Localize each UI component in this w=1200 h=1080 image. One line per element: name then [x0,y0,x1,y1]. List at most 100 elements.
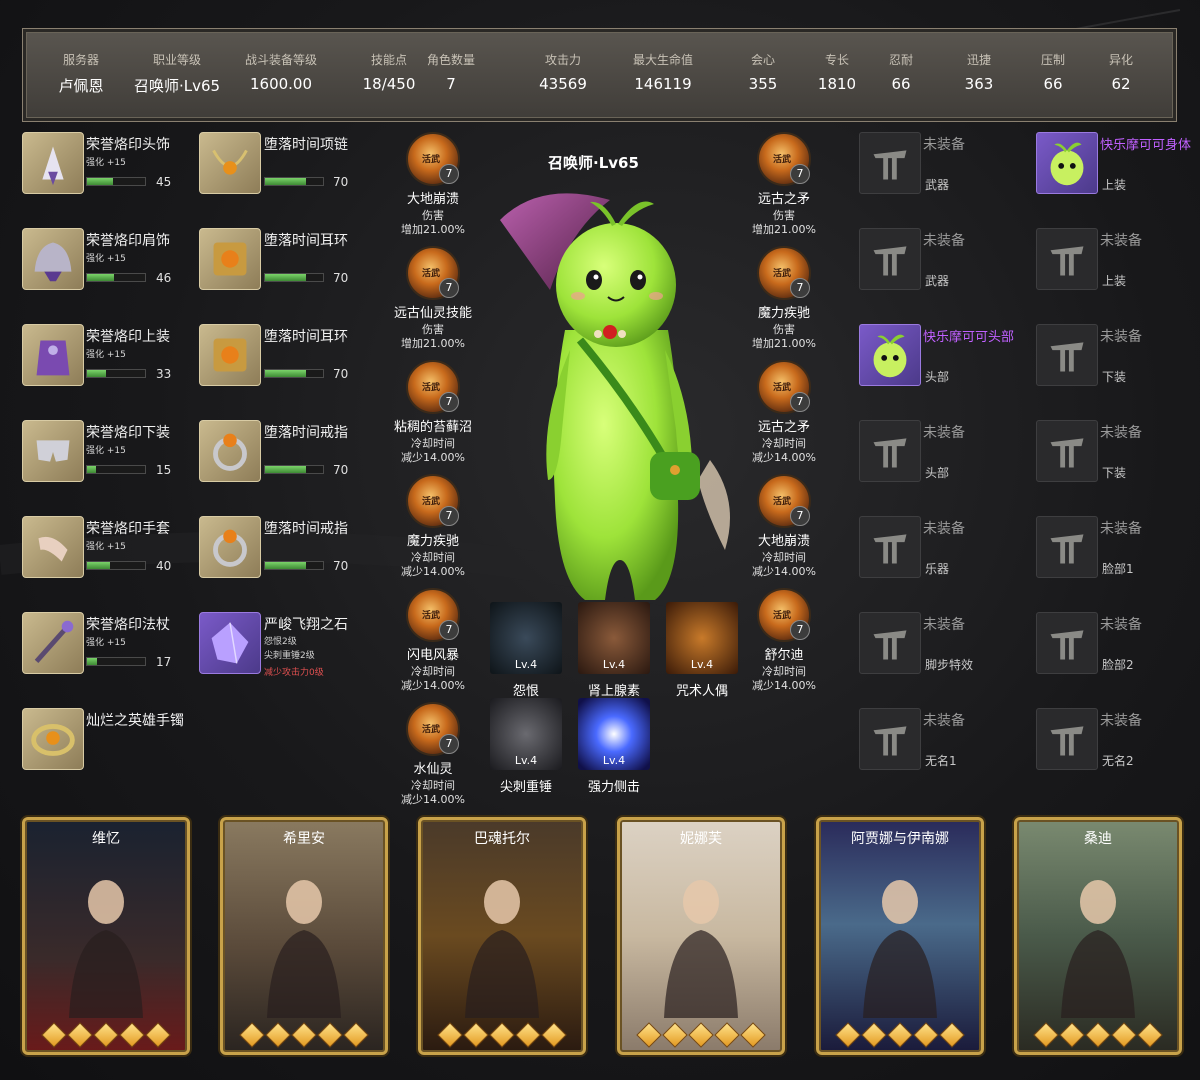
engraving-effect: 减少14.00% [401,565,465,578]
stat-value: 62 [1111,75,1131,93]
card-name: 阿贾娜与伊南娜 [851,831,949,847]
engraving-stat: 冷却时间 [762,437,806,450]
equipment-name: 荣誉烙印手套 [86,521,170,537]
equipment-slot[interactable] [22,708,84,770]
accessory-slot[interactable] [199,516,261,578]
card[interactable]: 阿贾娜与伊南娜 [816,817,984,1055]
avatar-slot-type: 头部 [925,370,950,384]
accessory-slot[interactable] [199,420,261,482]
card[interactable]: 希里安 [220,817,388,1055]
stat-item: 攻击力 43569 [518,29,608,123]
engraving-tag: 活武 [422,611,441,621]
stat-item: 忍耐 66 [856,29,946,123]
awakening-gem-icon [861,1022,887,1048]
avatar-title: 未装备 [923,521,965,537]
stat-item: 战斗装备等级 1600.00 [236,29,326,123]
card[interactable]: 维忆 [22,817,190,1055]
avatar-slot[interactable] [1036,420,1098,482]
card[interactable]: 妮娜芙 [617,817,785,1055]
quality-bar [264,369,324,378]
stat-value: 卢佩恩 [58,77,104,95]
awakening-gem-icon [740,1022,766,1048]
quality-bar [264,177,324,186]
avatar-slot[interactable] [859,708,921,770]
quality-value: 17 [156,655,172,669]
engraving-effect: 增加21.00% [752,337,816,350]
accessory-slot[interactable] [199,228,261,290]
equipment-strength: 强化 +15 [86,350,126,360]
quality-bar [264,273,324,282]
stat-label: 服务器 [62,53,99,67]
avatar-slot[interactable] [1036,228,1098,290]
card-name: 桑迪 [1084,831,1112,847]
avatar-slot[interactable] [859,132,921,194]
avatar-title: 未装备 [1100,521,1142,537]
avatar-slot-type: 上装 [1102,274,1127,288]
card-skill-icon[interactable]: Lv.4 [578,698,650,770]
awakening-gem-icon [1085,1022,1111,1048]
avatar-slot[interactable] [1036,708,1098,770]
engraving-effect: 减少14.00% [401,451,465,464]
equipment-slot[interactable] [22,132,84,194]
avatar-title: 未装备 [1100,233,1142,249]
card-skill-icon[interactable]: Lv.4 [578,602,650,674]
awakening-gem-icon [343,1022,369,1048]
accessory-name: 堕落时间耳环 [264,329,348,345]
quality-value: 70 [333,271,349,285]
stat-label: 战斗装备等级 [244,53,317,67]
awakening-gem-icon [489,1022,515,1048]
engraving-tag: 活武 [422,383,441,393]
equipment-slot[interactable] [22,420,84,482]
stat-item: 最大生命值 146119 [618,29,708,123]
avatar-slot[interactable] [1036,324,1098,386]
avatar-slot[interactable] [859,324,921,386]
card-skill-icon[interactable]: Lv.4 [666,602,738,674]
card-skill-icon[interactable]: Lv.4 [490,602,562,674]
engraving-level: 7 [439,164,459,184]
accessory-slot[interactable] [199,132,261,194]
ability-stone-slot[interactable] [199,612,261,674]
card-skill-name: 怨恨 [512,684,539,699]
engraving-level: 7 [439,506,459,526]
avatar-slot[interactable] [1036,516,1098,578]
engraving-stat: 伤害 [422,209,444,222]
awakening-gem-icon [265,1022,291,1048]
card-skill-icon[interactable]: Lv.4 [490,698,562,770]
avatar-slot[interactable] [859,228,921,290]
avatar-slot[interactable] [1036,612,1098,674]
engraving-name: 粘稠的苔藓沼 [393,420,472,435]
avatar-slot[interactable] [859,516,921,578]
avatar-title: 未装备 [923,425,965,441]
quality-bar [86,657,146,666]
equipment-slot[interactable] [22,324,84,386]
awakening-gem-icon [1033,1022,1059,1048]
accessory-slot[interactable] [199,324,261,386]
equipment-slot[interactable] [22,612,84,674]
avatar-slot-type: 脚步特效 [925,658,974,672]
avatar-slot[interactable] [859,612,921,674]
card-portrait [853,868,947,1018]
quality-value: 33 [156,367,172,381]
engraving-level: 7 [439,392,459,412]
equipment-name: 荣誉烙印下装 [86,425,170,441]
card[interactable]: 巴魂托尔 [418,817,586,1055]
card-name: 妮娜芙 [680,831,722,847]
stat-label: 角色数量 [426,53,475,67]
equipment-slot[interactable] [22,228,84,290]
engraving-name: 大地崩溃 [757,534,810,549]
quality-bar [264,561,324,570]
avatar-slot-type: 无名2 [1102,754,1134,768]
avatar-slot[interactable] [1036,132,1098,194]
accessory-name: 堕落时间项链 [264,137,348,153]
stat-value: 146119 [634,75,692,93]
card-portrait [455,868,549,1018]
engraving-level: 7 [790,620,810,640]
chest-icon [23,325,83,385]
card[interactable]: 桑迪 [1014,817,1182,1055]
equipment-slot[interactable] [22,516,84,578]
awakening-gem-icon [1137,1022,1163,1048]
awakening-gem-icon [662,1022,688,1048]
awakening-gem-icon [515,1022,541,1048]
engraving-stat: 冷却时间 [762,551,806,564]
avatar-slot[interactable] [859,420,921,482]
